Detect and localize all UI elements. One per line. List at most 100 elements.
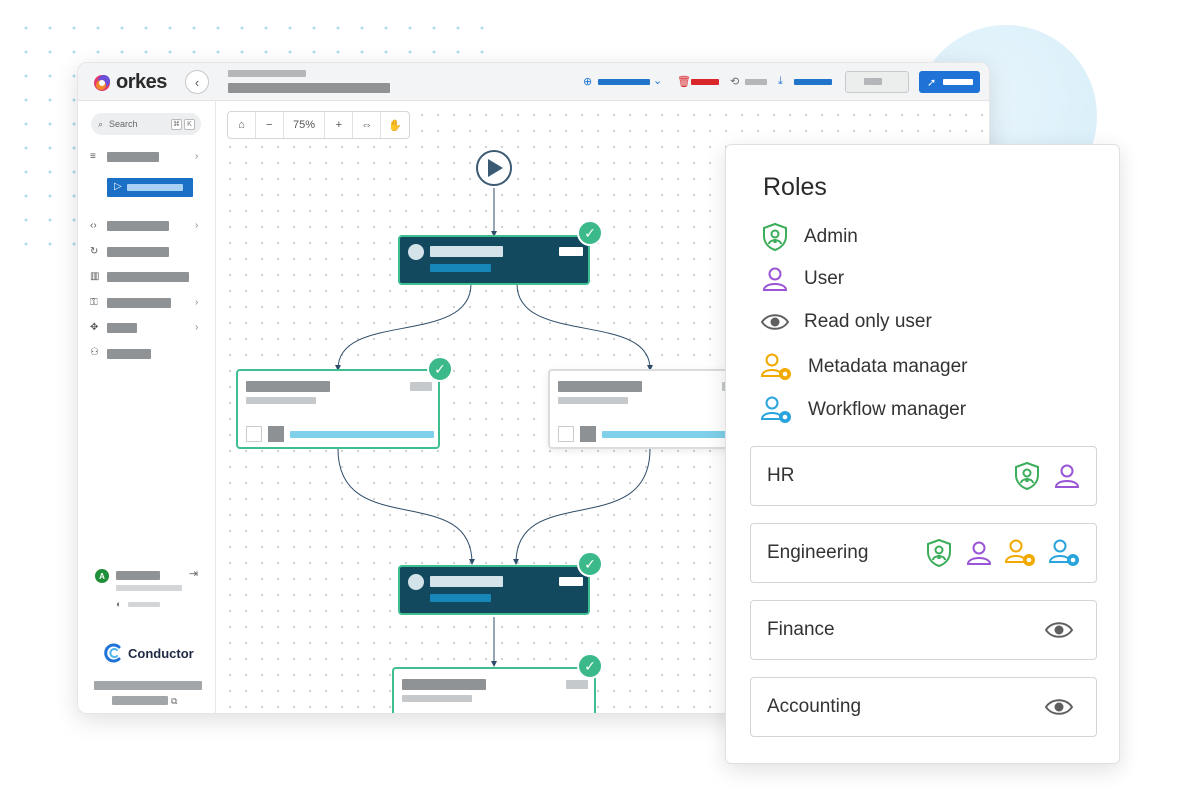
group-roles [924, 537, 1082, 569]
sidebar-item-definitions[interactable] [107, 221, 169, 231]
delete-button[interactable] [691, 79, 719, 85]
task-name [430, 576, 503, 587]
eye-icon [1044, 622, 1074, 638]
user-icon [966, 541, 992, 565]
role-user: User [760, 264, 844, 294]
task-ref [558, 397, 628, 404]
user-email [116, 585, 182, 591]
rocket-icon: ➚ [927, 76, 937, 89]
success-check-icon: ✓ [577, 653, 603, 679]
save-button[interactable] [845, 71, 909, 93]
task-thumb [268, 426, 284, 442]
integrations-icon: ✥ [90, 322, 99, 333]
checkbox[interactable] [246, 426, 262, 442]
queue-icon: ▥ [90, 271, 100, 282]
task-ref [430, 594, 491, 602]
group-card-hr[interactable]: HR [750, 446, 1097, 506]
group-name: Finance [767, 619, 835, 640]
collapse-sidebar-button[interactable]: ‹ [185, 70, 209, 94]
role-read-only-user: Read only user [760, 307, 932, 337]
sidebar-item-integrations[interactable] [107, 323, 137, 333]
role-label: Admin [804, 226, 858, 247]
theme-label [128, 602, 160, 607]
group-roles [1044, 615, 1074, 645]
user-icon [1054, 464, 1080, 488]
theme-icon[interactable]: ◐ [116, 599, 121, 610]
eye-icon [760, 314, 790, 330]
sidebar-item-access-control[interactable] [107, 298, 171, 308]
group-name: Engineering [767, 542, 869, 563]
task-node[interactable] [398, 565, 590, 615]
sidebar-item-webhooks[interactable] [107, 349, 151, 359]
webhooks-icon: ⚇ [90, 347, 99, 358]
admin-shield-icon [927, 538, 951, 568]
key-icon: ⚿ [90, 297, 98, 308]
group-card-accounting[interactable]: Accounting [750, 677, 1097, 737]
role-workflow-manager: Workflow manager [760, 394, 966, 426]
success-check-icon: ✓ [577, 220, 603, 246]
logout-icon[interactable]: ⇥ [189, 569, 198, 580]
orkes-logo-icon [94, 74, 110, 91]
group-name: HR [767, 465, 795, 486]
copy-icon[interactable]: ⧉ [171, 696, 177, 707]
chevron-right-icon: › [195, 151, 199, 162]
save-label [864, 78, 882, 85]
active-item-label [127, 184, 183, 191]
brand-name: orkes [116, 71, 167, 93]
role-label: Read only user [804, 311, 932, 332]
user-icon [762, 267, 788, 291]
search-input[interactable]: ⌕ Search ⌘ K [91, 113, 201, 135]
command-key-icon: ⌘ [171, 118, 182, 130]
reset-button[interactable] [745, 79, 767, 85]
task-ref [246, 397, 316, 404]
sidebar-item-scheduler[interactable] [107, 247, 169, 257]
version-select[interactable] [598, 79, 650, 85]
group-card-engineering[interactable]: Engineering [750, 523, 1097, 583]
task-icon [408, 244, 424, 260]
task-node[interactable] [236, 369, 440, 449]
role-label: Workflow manager [808, 399, 967, 420]
admin-shield-icon [763, 222, 787, 252]
task-name [558, 381, 642, 392]
conductor-logo-icon [104, 643, 121, 663]
trash-icon[interactable]: 🗑 [677, 77, 691, 88]
sidebar-item-executions[interactable] [107, 152, 159, 162]
task-name [402, 679, 486, 690]
roles-panel: Roles Admin User Read only user Metadata… [725, 144, 1120, 764]
checkbox[interactable] [558, 426, 574, 442]
start-node[interactable] [476, 150, 512, 186]
role-label: Metadata manager [808, 356, 968, 377]
task-type-badge [566, 680, 588, 689]
download-button[interactable] [794, 79, 832, 85]
breadcrumb[interactable] [228, 70, 306, 77]
download-icon[interactable]: ⤓ [778, 76, 783, 87]
top-bar: orkes ‹ ⊕ ⌄ 🗑 ⟲ ⤓ ➚ [78, 63, 989, 101]
task-node[interactable] [548, 369, 752, 449]
sidebar-item-queue-monitor[interactable] [107, 272, 189, 282]
build-info [112, 696, 168, 705]
task-ref [402, 695, 472, 702]
eye-icon [1044, 699, 1074, 715]
task-type-badge [559, 577, 583, 586]
run-label [943, 79, 973, 85]
task-name [246, 381, 330, 392]
run-workflow-button[interactable]: ➚ [919, 71, 980, 93]
conductor-logo: Conductor [104, 643, 194, 663]
group-card-finance[interactable]: Finance [750, 600, 1097, 660]
avatar[interactable]: A [95, 569, 109, 583]
history-icon[interactable]: ⟲ [730, 77, 739, 88]
chevron-left-icon: ‹ [194, 74, 200, 90]
task-type-badge [559, 247, 583, 256]
role-admin: Admin [760, 222, 858, 252]
conductor-name: Conductor [128, 645, 194, 661]
task-node[interactable] [398, 235, 590, 285]
task-name [430, 246, 503, 257]
search-icon: ⌕ [98, 118, 104, 129]
metadata-manager-icon [760, 353, 791, 380]
admin-shield-icon [1015, 461, 1039, 491]
chevron-right-icon: › [195, 322, 199, 333]
task-node[interactable] [392, 667, 596, 713]
chevron-right-icon: › [195, 220, 199, 231]
sidebar-item-active[interactable]: ▷ [107, 178, 193, 197]
k-key-icon: K [184, 118, 195, 130]
